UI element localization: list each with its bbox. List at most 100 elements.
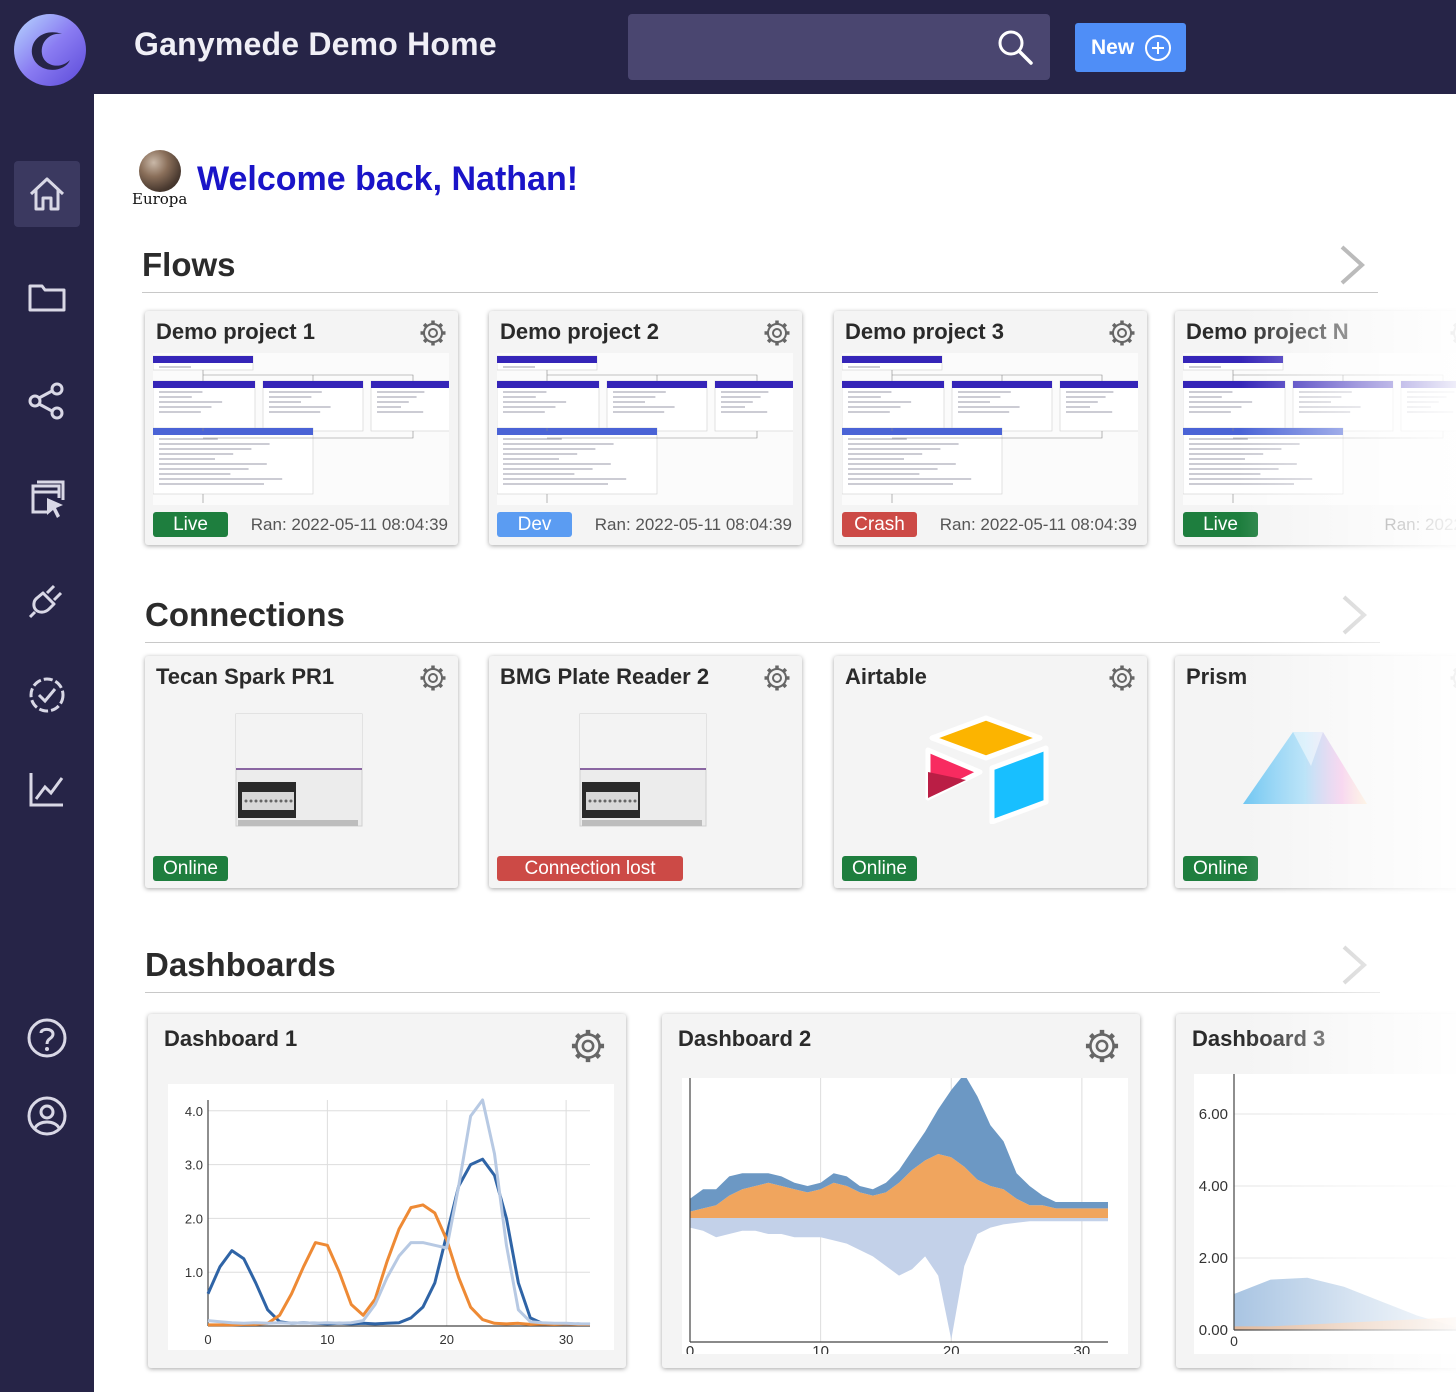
connection-card-title: Prism <box>1186 664 1248 689</box>
settings-gear-icon[interactable] <box>1084 1028 1120 1064</box>
connection-card[interactable]: BMG Plate Reader 2 Connection lost <box>489 656 802 888</box>
y-tick-label: 4.0 <box>185 1104 203 1119</box>
settings-gear-icon[interactable] <box>763 319 791 347</box>
user-icon <box>27 1096 67 1136</box>
x-tick-label: 0 <box>686 1343 694 1354</box>
line-chart-icon <box>29 773 64 807</box>
x-tick-label: 30 <box>559 1332 573 1347</box>
flow-card-title: Demo project 2 <box>500 319 659 344</box>
connections-divider <box>145 642 1380 643</box>
x-tick-label: 0 <box>1230 1333 1238 1349</box>
dashboard-chart[interactable]: 0 10 20 30 <box>682 1078 1128 1354</box>
plate-reader-image <box>579 713 707 827</box>
flow-card[interactable]: Demo project N Live Ran: 2022-0 <box>1175 311 1456 545</box>
settings-gear-icon[interactable] <box>763 664 791 692</box>
welcome-message: Welcome back, Nathan! <box>197 160 579 198</box>
status-badge: Dev <box>497 512 572 537</box>
dashboards-section-title: Dashboards <box>145 946 336 983</box>
dashboard-chart[interactable]: 0 10 20 30 1.0 2.0 3.0 4.0 <box>168 1084 614 1350</box>
flows-section-title: Flows <box>142 246 236 283</box>
settings-gear-icon[interactable] <box>1449 664 1456 692</box>
folder-icon <box>28 284 66 312</box>
check-circle-icon <box>29 677 65 713</box>
dashboard-card-title: Dashboard 1 <box>164 1026 298 1051</box>
y-tick-label: 1.0 <box>185 1265 203 1280</box>
sidebar-item-apps[interactable] <box>14 467 80 533</box>
settings-gear-icon[interactable] <box>570 1028 606 1064</box>
status-badge: Live <box>1183 512 1258 537</box>
sidebar-item-profile[interactable] <box>14 1083 80 1149</box>
ganymede-logo[interactable] <box>12 12 88 88</box>
x-tick-label: 20 <box>943 1343 960 1354</box>
y-tick-label: 2.00 <box>1199 1250 1228 1267</box>
connection-card-title: Tecan Spark PR1 <box>156 664 335 689</box>
last-run-timestamp: Ran: 2022-0 <box>1384 515 1456 534</box>
flow-graph-preview <box>842 353 1138 505</box>
flow-card[interactable]: Demo project 3 Crash Ran: 2022-05-11 08:04… <box>834 311 1147 545</box>
sidebar-item-dashboards[interactable] <box>14 756 80 822</box>
flow-graph-preview <box>153 353 449 505</box>
y-tick-label: 0.00 <box>1199 1322 1228 1339</box>
sidebar-item-home[interactable] <box>14 161 80 227</box>
settings-gear-icon[interactable] <box>1108 664 1136 692</box>
y-tick-label: 6.00 <box>1199 1106 1228 1123</box>
flows-divider <box>142 292 1378 293</box>
sidebar-item-flows[interactable] <box>14 368 80 434</box>
dashboard-chart[interactable]: 0.002.004.006.00010 <box>1194 1074 1456 1354</box>
status-badge: Live <box>153 512 228 537</box>
avatar-caption: Europa <box>132 190 188 208</box>
last-run-timestamp: Ran: 2022-05-11 08:04:39 <box>250 515 448 534</box>
y-tick-label: 3.0 <box>185 1158 203 1173</box>
europa-moon-image <box>139 150 181 192</box>
flow-card-title: Demo project 3 <box>845 319 1004 344</box>
settings-gear-icon[interactable] <box>419 319 447 347</box>
new-button[interactable]: New <box>1075 23 1186 72</box>
status-badge: Online <box>842 856 917 881</box>
settings-gear-icon[interactable] <box>1449 319 1456 347</box>
dashboard-card[interactable]: Dashboard 1 0 10 20 30 1.0 2.0 3.0 4.0 <box>148 1014 626 1368</box>
sidebar-item-help[interactable] <box>14 1005 80 1071</box>
sidebar-item-files[interactable] <box>14 264 80 330</box>
x-tick-label: 0 <box>204 1332 211 1347</box>
connection-card[interactable]: Prism Online <box>1175 656 1456 888</box>
new-button-label: New <box>1091 35 1135 59</box>
dashboard-card-title: Dashboard 3 <box>1192 1026 1326 1051</box>
airtable-logo-icon <box>925 715 1049 824</box>
settings-gear-icon[interactable] <box>419 664 447 692</box>
prism-logo-icon <box>1243 732 1367 804</box>
app-title: Ganymede Demo Home <box>134 26 497 62</box>
dashboard-card[interactable]: Dashboard 30.002.004.006.00010 <box>1176 1014 1456 1368</box>
x-tick-label: 10 <box>812 1343 829 1354</box>
x-tick-label: 10 <box>320 1332 334 1347</box>
connection-card-title: BMG Plate Reader 2 <box>500 664 710 689</box>
settings-gear-icon[interactable] <box>1108 319 1136 347</box>
x-tick-label: 20 <box>440 1332 454 1347</box>
last-run-timestamp: Ran: 2022-05-11 08:04:39 <box>594 515 792 534</box>
question-icon <box>27 1018 67 1058</box>
last-run-timestamp: Ran: 2022-05-11 08:04:39 <box>939 515 1137 534</box>
connection-card[interactable]: Tecan Spark PR1 Online <box>145 656 458 888</box>
flow-graph-preview <box>497 353 793 505</box>
avatar[interactable]: Europa <box>132 150 188 210</box>
dashboard-card[interactable]: Dashboard 2 0 10 20 30 <box>662 1014 1140 1368</box>
flow-card-title: Demo project N <box>1186 319 1349 344</box>
dashboard-card-title: Dashboard 2 <box>678 1026 812 1051</box>
connection-card-title: Airtable <box>845 664 927 689</box>
plug-icon <box>28 584 63 619</box>
top-bar: Ganymede Demo Home New <box>0 0 1456 94</box>
y-tick-label: 4.00 <box>1199 1178 1228 1195</box>
flow-card[interactable]: Demo project 1 Live Ran: 2022-05-11 08:04:… <box>145 311 458 545</box>
window-cursor-icon <box>31 480 65 518</box>
connections-section-title: Connections <box>145 596 345 633</box>
dashboards-next-chevron-icon[interactable] <box>1340 943 1370 987</box>
sidebar-item-connections[interactable] <box>14 567 80 633</box>
flow-card[interactable]: Demo project 2 Dev Ran: 2022-05-11 08:04:3… <box>489 311 802 545</box>
status-badge: Connection lost <box>497 856 683 881</box>
flow-graph-preview <box>1183 353 1456 505</box>
connection-card[interactable]: Airtable Online <box>834 656 1147 888</box>
connections-next-chevron-icon[interactable] <box>1340 593 1370 637</box>
flows-next-chevron-icon[interactable] <box>1338 243 1368 287</box>
sidebar-item-tasks[interactable] <box>14 662 80 728</box>
search-icon[interactable] <box>996 28 1034 66</box>
search-box[interactable] <box>628 14 1050 80</box>
